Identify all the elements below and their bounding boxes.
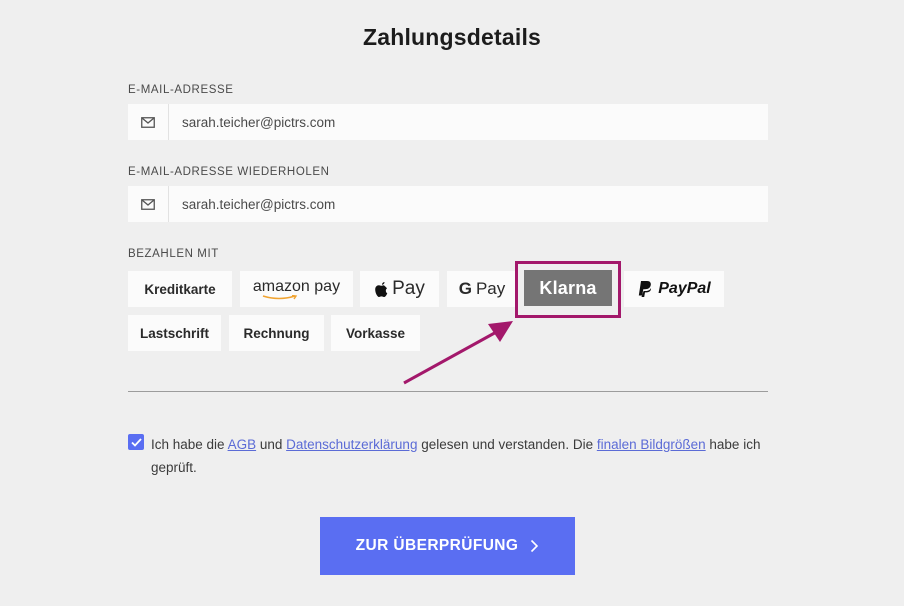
review-button-label: ZUR ÜBERPRÜFUNG (355, 537, 519, 554)
checkmark-icon (130, 437, 142, 447)
annotation-arrow-icon (403, 321, 513, 385)
image-sizes-link[interactable]: finalen Bildgrößen (597, 437, 706, 452)
privacy-link[interactable]: Datenschutzerklärung (286, 437, 417, 452)
agb-link[interactable]: AGB (228, 437, 257, 452)
review-button[interactable]: ZUR ÜBERPRÜFUNG (320, 517, 575, 575)
chevron-right-icon (531, 539, 539, 553)
terms-checkbox[interactable] (128, 434, 144, 450)
terms-text: Ich habe die AGB und Datenschutzerklärun… (151, 433, 776, 479)
divider (128, 391, 768, 392)
terms-text-part: und (256, 437, 287, 452)
terms-text-part: Ich habe die (151, 437, 228, 452)
terms-text-part: gelesen und verstanden. Die (417, 437, 597, 452)
